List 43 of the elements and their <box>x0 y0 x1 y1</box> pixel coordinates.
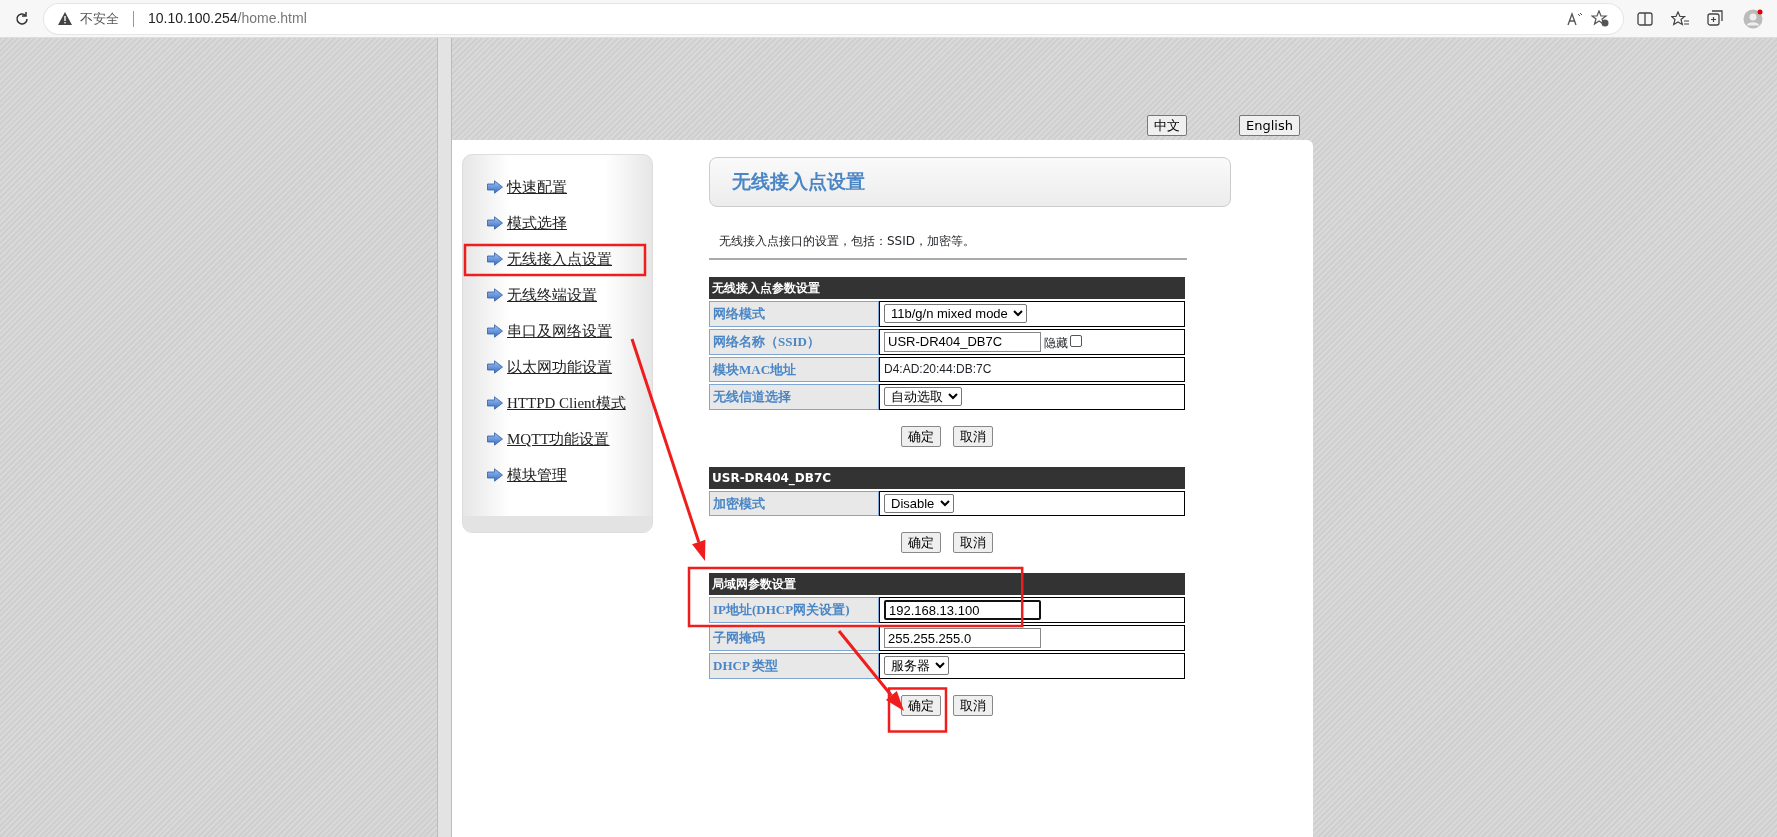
sidebar-link[interactable]: 模块管理 <box>507 463 567 487</box>
input-field[interactable]: 255.255.255.0 <box>884 628 1041 648</box>
sidebar-link[interactable]: MQTT功能设置 <box>507 427 610 451</box>
sidebar-link[interactable]: 以太网功能设置 <box>507 355 612 379</box>
input-field[interactable]: USR-DR404_DB7C <box>884 331 1041 352</box>
page-title: 无线接入点设置 <box>732 169 865 194</box>
sidebar-link[interactable]: 模式选择 <box>507 211 567 235</box>
section-header: USR-DR404_DB7C <box>709 466 1185 489</box>
field-label: 网络模式 <box>709 301 879 327</box>
security-label: 不安全 <box>80 9 119 28</box>
field-label: DHCP 类型 <box>709 653 879 679</box>
sidebar-link[interactable]: HTTPD Client模式 <box>507 391 626 415</box>
language-button[interactable]: 中文 <box>1147 115 1188 136</box>
form-button[interactable]: 确定 <box>901 532 941 553</box>
field-label: IP地址(DHCP网关设置) <box>709 597 879 623</box>
language-button[interactable]: English <box>1239 115 1300 136</box>
form-button[interactable]: 确定 <box>901 694 941 716</box>
field-label: 无线信道选择 <box>709 384 879 410</box>
dropdown[interactable]: 服务器 <box>884 656 949 676</box>
form-button[interactable]: 确定 <box>901 425 941 447</box>
field-label: 网络名称（SSID） <box>709 328 879 355</box>
form-button[interactable]: 取消 <box>953 532 993 553</box>
checkbox-label: 隐藏 <box>1043 335 1069 349</box>
address-bar[interactable]: 不安全 10.10.100.254/home.html <box>44 3 1623 34</box>
sidebar-link[interactable]: 串口及网络设置 <box>507 319 612 343</box>
form-button[interactable]: 取消 <box>953 425 993 447</box>
form-button[interactable]: 取消 <box>953 694 993 716</box>
dropdown[interactable]: 自动选取 <box>884 387 962 407</box>
dropdown[interactable]: Disable <box>884 493 954 513</box>
url-host: 10.10.100.254 <box>148 10 238 26</box>
input-field[interactable]: 192.168.13.100 <box>884 600 1041 620</box>
sidebar-link[interactable]: 无线终端设置 <box>507 283 597 307</box>
url-path: /home.html <box>237 10 307 26</box>
field-label: 模块MAC地址 <box>709 356 879 382</box>
dropdown[interactable]: 11b/g/n mixed mode <box>884 304 1027 324</box>
sidebar-link[interactable]: 快速配置 <box>507 175 567 199</box>
section-header: 局域网参数设置 <box>709 573 1185 595</box>
field-label: 子网掩码 <box>709 625 879 651</box>
sidebar-link[interactable]: 无线接入点设置 <box>507 247 612 271</box>
section-header: 无线接入点参数设置 <box>709 277 1185 299</box>
field-label: 加密模式 <box>709 490 879 516</box>
description: 无线接入点接口的设置，包括：SSID，加密等。 <box>719 233 976 250</box>
field-value: D4:AD:20:44:DB:7C <box>884 362 992 377</box>
